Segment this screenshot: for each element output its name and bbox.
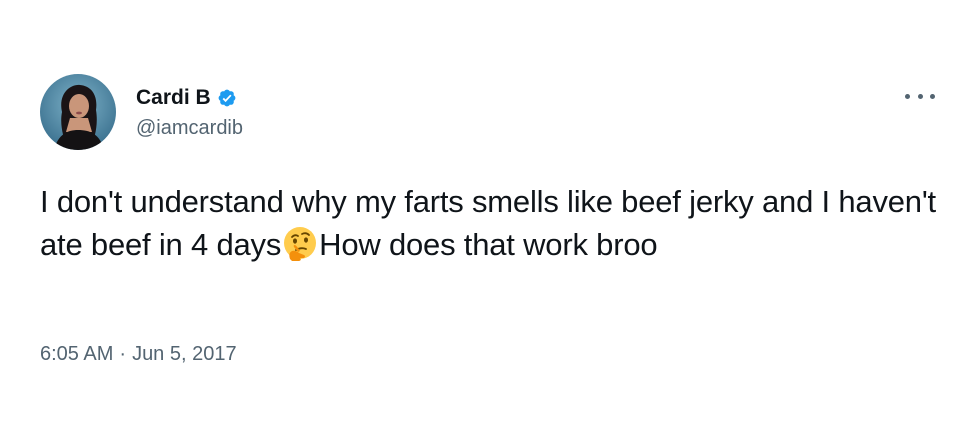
verified-badge-icon[interactable] — [216, 87, 238, 109]
avatar-photo-icon — [40, 74, 116, 150]
dot — [930, 93, 935, 99]
dot — [905, 93, 910, 99]
timestamp-separator: · — [119, 343, 127, 365]
more-options-icon[interactable] — [905, 86, 935, 106]
tweet-time: 6:05 AM — [40, 343, 114, 365]
tweet-timestamp[interactable]: 6:05 AM · Jun 5, 2017 — [40, 340, 237, 368]
dot — [917, 93, 923, 99]
display-name[interactable]: Cardi B — [136, 84, 211, 112]
user-avatar[interactable] — [40, 74, 116, 150]
user-handle[interactable]: @iamcardib — [136, 115, 243, 141]
tweet-text-part2: How does that work broo — [319, 227, 658, 262]
thinking-face-emoji-icon — [282, 225, 318, 261]
tweet-text: I don't understand why my farts smells l… — [40, 180, 940, 266]
tweet-date: Jun 5, 2017 — [132, 343, 237, 365]
name-row: Cardi B — [136, 84, 238, 112]
tweet-card: Cardi B @iamcardib I don't understand wh… — [0, 0, 980, 441]
